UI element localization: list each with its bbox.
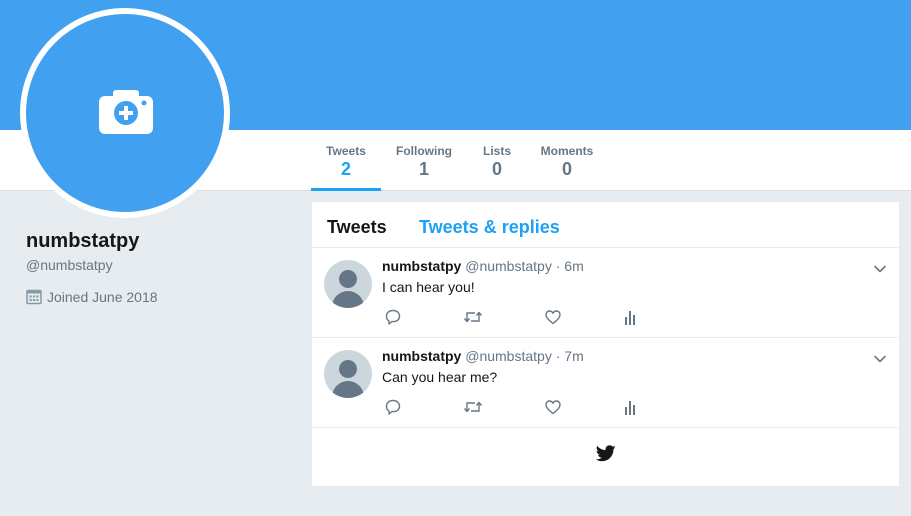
avatar-head	[339, 270, 357, 288]
tweet-separator: ·	[555, 258, 561, 274]
avatar-body	[332, 291, 364, 308]
nav-following[interactable]: Following 1	[390, 130, 458, 190]
tweet-avatar[interactable]	[324, 350, 372, 398]
tweet[interactable]: numbstatpy @numbstatpy · 6m I can hear y…	[312, 248, 899, 338]
tweet-separator: ·	[555, 348, 561, 364]
retweet-icon[interactable]	[463, 398, 483, 416]
nav-following-label: Following	[396, 144, 452, 158]
tweet-author-handle[interactable]: @numbstatpy	[465, 258, 552, 274]
tweet[interactable]: numbstatpy @numbstatpy · 7m Can you hear…	[312, 338, 899, 428]
tweet-author-handle[interactable]: @numbstatpy	[465, 348, 552, 364]
nav-moments-count: 0	[561, 159, 572, 179]
tweet-text: Can you hear me?	[382, 369, 498, 385]
retweet-icon[interactable]	[463, 308, 483, 326]
tab-tweets-and-replies[interactable]: Tweets & replies	[419, 217, 560, 238]
chevron-down-icon[interactable]	[873, 352, 887, 366]
tab-tweets[interactable]: Tweets	[327, 217, 387, 238]
joined-label: Joined June 2018	[47, 289, 158, 305]
nav-tweets-label: Tweets	[326, 144, 366, 158]
like-icon[interactable]	[544, 398, 562, 416]
timeline-tabs: Tweets Tweets & replies	[312, 202, 899, 248]
tweet-header: numbstatpy @numbstatpy · 6m	[382, 258, 584, 274]
tweet-author-name[interactable]: numbstatpy	[382, 348, 461, 364]
nav-following-count: 1	[418, 159, 429, 179]
reply-icon[interactable]	[384, 398, 402, 416]
nav-moments-label: Moments	[540, 144, 594, 158]
profile-avatar[interactable]	[26, 14, 224, 212]
avatar-head	[339, 360, 357, 378]
like-icon[interactable]	[544, 308, 562, 326]
nav-tweets-count: 2	[340, 159, 351, 179]
camera-icon	[99, 90, 153, 134]
profile-handle: @numbstatpy	[26, 257, 113, 273]
joined-date: Joined June 2018	[26, 289, 158, 305]
tweet-timestamp[interactable]: 6m	[564, 258, 583, 274]
reply-icon[interactable]	[384, 308, 402, 326]
timeline: Tweets Tweets & replies numbstatpy @numb…	[312, 202, 899, 486]
tweet-author-name[interactable]: numbstatpy	[382, 258, 461, 274]
tweet-header: numbstatpy @numbstatpy · 7m	[382, 348, 584, 364]
profile-name: numbstatpy	[26, 230, 140, 252]
nav-moments[interactable]: Moments 0	[533, 130, 601, 190]
nav-lists-count: 0	[491, 159, 502, 179]
avatar-body	[332, 381, 364, 398]
tweet-avatar[interactable]	[324, 260, 372, 308]
twitter-bird-icon[interactable]	[596, 445, 616, 462]
chevron-down-icon[interactable]	[873, 262, 887, 276]
nav-tweets[interactable]: Tweets 2	[311, 130, 381, 191]
calendar-icon	[26, 289, 42, 305]
tweet-timestamp[interactable]: 7m	[564, 348, 583, 364]
nav-lists[interactable]: Lists 0	[476, 130, 518, 190]
analytics-icon[interactable]	[624, 308, 638, 326]
nav-lists-label: Lists	[482, 144, 511, 158]
analytics-icon[interactable]	[624, 398, 638, 416]
tweet-text: I can hear you!	[382, 279, 475, 295]
